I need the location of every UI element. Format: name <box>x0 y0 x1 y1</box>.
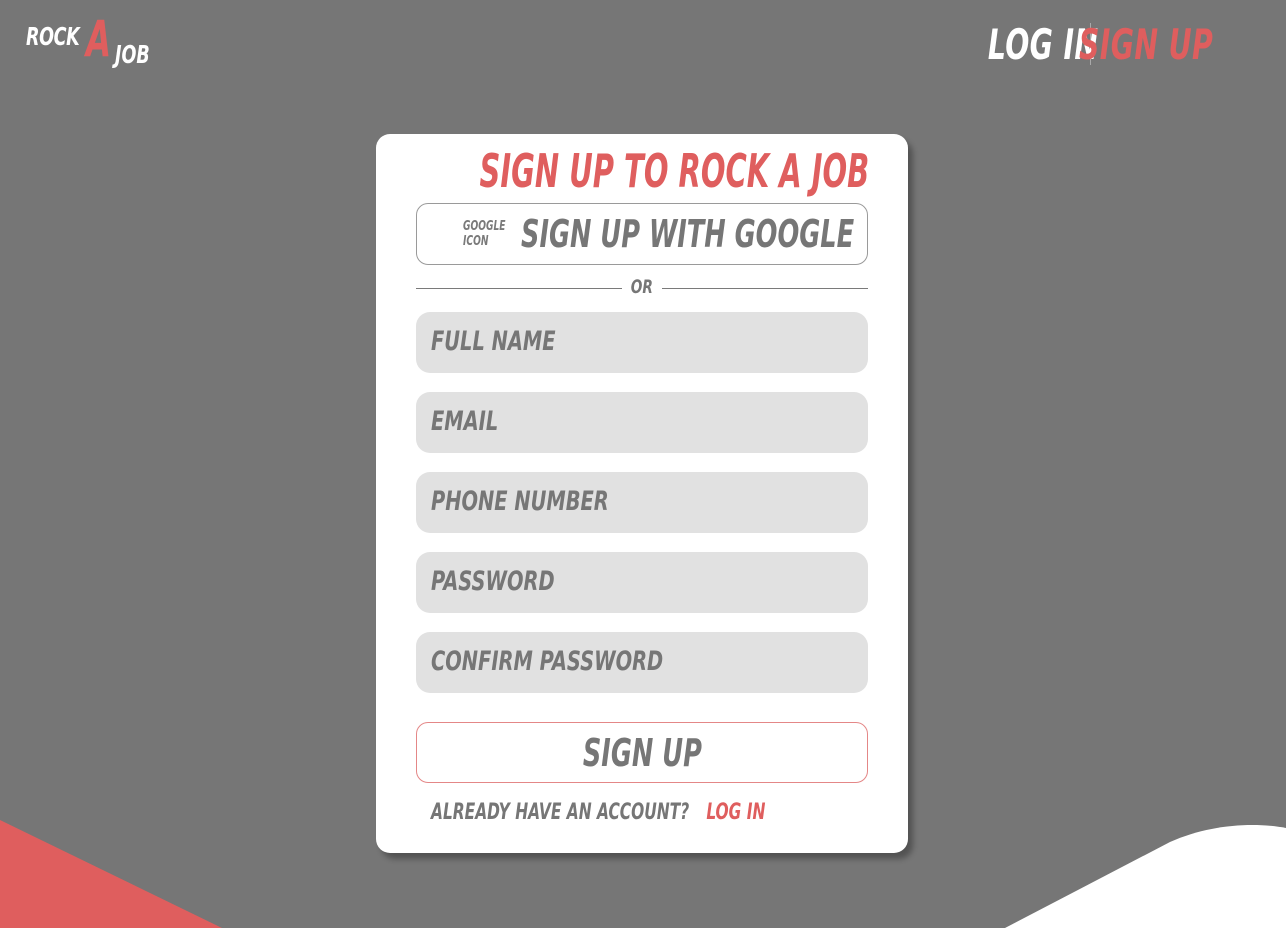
form-title: SIGN UP TO ROCK A JOB <box>376 144 908 198</box>
google-signup-button[interactable]: GOOGLE ICON SIGN UP WITH GOOGLE <box>416 203 868 265</box>
corner-wave-white <box>1005 824 1286 928</box>
login-prompt: ALREADY HAVE AN ACCOUNT? LOG IN <box>431 800 765 825</box>
confirm-password-field[interactable] <box>416 632 868 693</box>
signup-submit-button[interactable]: SIGN UP <box>416 722 868 783</box>
nav-signup-link[interactable]: SIGN UP <box>1079 20 1213 69</box>
google-icon: GOOGLE ICON <box>463 219 506 249</box>
logo[interactable]: ROCK A JOB <box>24 10 164 74</box>
signup-submit-label-wrap: SIGN UP <box>417 731 867 775</box>
email-field[interactable] <box>416 392 868 453</box>
password-field[interactable] <box>416 552 868 613</box>
signup-card: SIGN UP TO ROCK A JOB GOOGLE ICON SIGN U… <box>376 134 908 853</box>
form-title-text: SIGN UP TO ROCK A JOB <box>479 144 870 198</box>
or-divider: OR <box>416 276 868 300</box>
divider-or: OR <box>416 276 868 298</box>
divider-or-text: OR <box>630 276 654 298</box>
corner-triangle-red <box>0 820 222 928</box>
phone-number-field[interactable] <box>416 472 868 533</box>
logo-a: A <box>86 10 112 68</box>
login-prompt-text: ALREADY HAVE AN ACCOUNT? <box>431 800 690 825</box>
login-link[interactable]: LOG IN <box>706 800 765 825</box>
logo-job: JOB <box>115 40 150 69</box>
logo-rock: ROCK <box>26 22 80 51</box>
full-name-field[interactable] <box>416 312 868 373</box>
divider-line-right <box>662 288 868 289</box>
google-signup-label: SIGN UP WITH GOOGLE <box>521 212 855 256</box>
signup-submit-label: SIGN UP <box>582 731 702 775</box>
top-nav: LOG IN SIGN UP <box>951 18 1258 70</box>
